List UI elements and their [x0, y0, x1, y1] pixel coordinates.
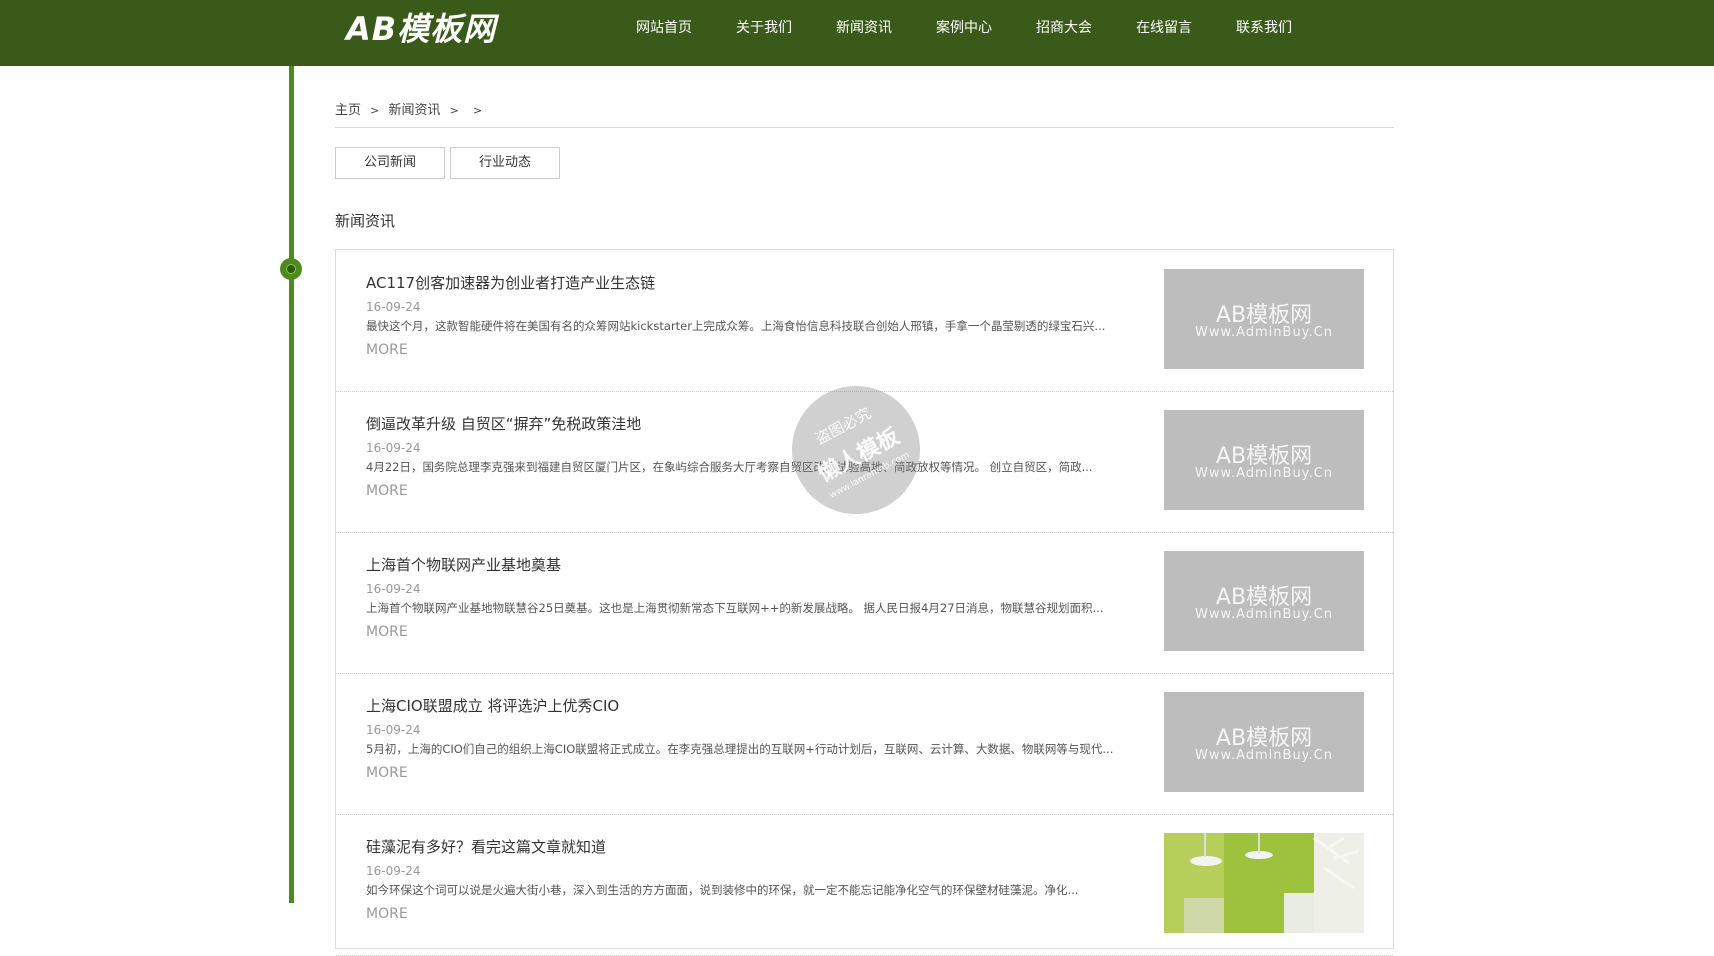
category-industry-news-button[interactable]: 行业动态 — [450, 147, 560, 179]
header: AB模板网 网站首页 关于我们 新闻资讯 案例中心 招商大会 在线留言 联系我们 — [0, 0, 1714, 66]
timeline-dot-icon — [280, 258, 302, 280]
breadcrumb-separator: > — [473, 104, 483, 117]
news-summary: 4月22日，国务院总理李克强来到福建自贸区厦门片区，在象屿综合服务大厅考察自贸区… — [366, 460, 1093, 474]
news-date: 16-09-24 — [366, 582, 421, 596]
site-logo[interactable]: AB模板网 — [346, 4, 496, 50]
breadcrumb-home[interactable]: 主页 — [335, 103, 361, 118]
section-title: 新闻资讯 — [335, 212, 396, 230]
news-date: 16-09-24 — [366, 441, 421, 455]
thumb-url-text: Www.AdminBuy.Cn — [1195, 748, 1333, 763]
news-title[interactable]: 上海首个物联网产业基地奠基 — [366, 554, 561, 575]
nav-item-contact[interactable]: 联系我们 — [1236, 0, 1292, 56]
more-link[interactable]: MORE — [366, 765, 408, 781]
news-list: AC117创客加速器为创业者打造产业生态链 16-09-24 最快这个月，这款智… — [335, 249, 1394, 956]
news-date: 16-09-24 — [366, 300, 421, 314]
news-thumbnail[interactable]: AB模板网 Www.AdminBuy.Cn — [1164, 410, 1364, 510]
more-link[interactable]: MORE — [366, 483, 408, 499]
nav-item-about[interactable]: 关于我们 — [736, 0, 792, 56]
news-title[interactable]: 上海CIO联盟成立 将评选沪上优秀CIO — [366, 695, 619, 716]
breadcrumb-news[interactable]: 新闻资讯 — [389, 103, 441, 118]
interior-photo-image — [1164, 833, 1364, 933]
news-title[interactable]: 硅藻泥有多好？看完这篇文章就知道 — [366, 836, 606, 857]
news-item: AC117创客加速器为创业者打造产业生态链 16-09-24 最快这个月，这款智… — [336, 250, 1393, 392]
news-thumbnail-photo[interactable] — [1164, 833, 1364, 933]
news-summary: 上海首个物联网产业基地物联慧谷25日奠基。这也是上海贯彻新常态下互联网++的新发… — [366, 601, 1104, 615]
news-summary: 5月初，上海的CIO们自己的组织上海CIO联盟将正式成立。在李克强总理提出的互联… — [366, 742, 1114, 756]
thumb-url-text: Www.AdminBuy.Cn — [1195, 325, 1333, 340]
breadcrumb-divider — [335, 127, 1394, 128]
breadcrumb: 主页 > 新闻资讯 > > — [335, 99, 487, 118]
nav-item-message[interactable]: 在线留言 — [1136, 0, 1192, 56]
thumb-url-text: Www.AdminBuy.Cn — [1195, 607, 1333, 622]
more-link[interactable]: MORE — [366, 906, 408, 922]
news-thumbnail[interactable]: AB模板网 Www.AdminBuy.Cn — [1164, 692, 1364, 792]
more-link[interactable]: MORE — [366, 342, 408, 358]
news-item: 上海首个物联网产业基地奠基 16-09-24 上海首个物联网产业基地物联慧谷25… — [336, 532, 1393, 674]
nav-item-news[interactable]: 新闻资讯 — [836, 0, 892, 56]
news-thumbnail[interactable]: AB模板网 Www.AdminBuy.Cn — [1164, 269, 1364, 369]
category-company-news-button[interactable]: 公司新闻 — [335, 147, 445, 179]
news-summary: 最快这个月，这款智能硬件将在美国有名的众筹网站kickstarter上完成众筹。… — [366, 319, 1106, 333]
main-nav: 网站首页 关于我们 新闻资讯 案例中心 招商大会 在线留言 联系我们 — [636, 0, 1336, 56]
news-date: 16-09-24 — [366, 723, 421, 737]
nav-item-home[interactable]: 网站首页 — [636, 0, 692, 56]
thumb-url-text: Www.AdminBuy.Cn — [1195, 466, 1333, 481]
news-title[interactable]: AC117创客加速器为创业者打造产业生态链 — [366, 272, 655, 293]
breadcrumb-separator: > — [370, 104, 380, 117]
news-item: 硅藻泥有多好？看完这篇文章就知道 16-09-24 如今环保这个词可以说是火遍大… — [336, 814, 1393, 956]
news-item: 上海CIO联盟成立 将评选沪上优秀CIO 16-09-24 5月初，上海的CIO… — [336, 673, 1393, 815]
news-thumbnail[interactable]: AB模板网 Www.AdminBuy.Cn — [1164, 551, 1364, 651]
nav-item-investment[interactable]: 招商大会 — [1036, 0, 1092, 56]
news-summary: 如今环保这个词可以说是火遍大街小巷，深入到生活的方方面面，说到装修中的环保，就一… — [366, 883, 1079, 897]
news-date: 16-09-24 — [366, 864, 421, 878]
more-link[interactable]: MORE — [366, 624, 408, 640]
news-title[interactable]: 倒逼改革升级 自贸区“摒弃”免税政策洼地 — [366, 413, 641, 434]
breadcrumb-separator: > — [449, 104, 459, 117]
nav-item-cases[interactable]: 案例中心 — [936, 0, 992, 56]
timeline-bar — [289, 66, 294, 903]
